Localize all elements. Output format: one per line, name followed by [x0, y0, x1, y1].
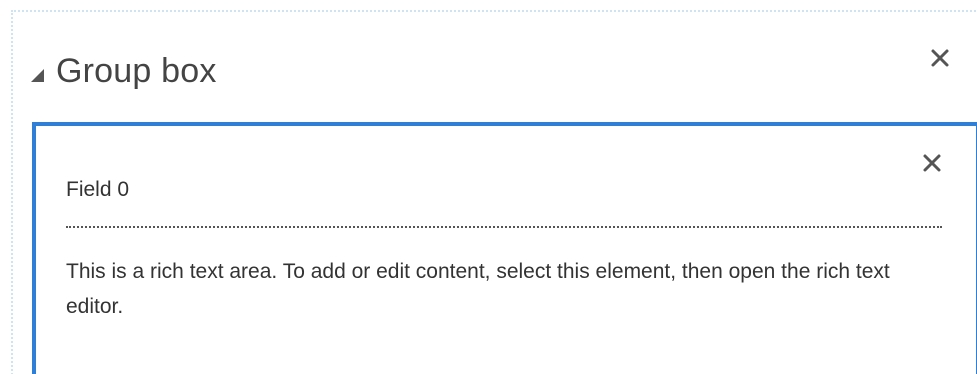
group-box-header: Group box: [28, 46, 217, 96]
field-label: Field 0: [66, 178, 130, 201]
group-box-title: Group box: [56, 51, 217, 90]
rich-text-field-card[interactable]: Field 0 This is a rich text area. To add…: [32, 122, 977, 374]
designer-canvas: Group box Field 0 This is a rich text ar…: [0, 0, 977, 374]
field-divider: [66, 226, 942, 228]
rich-text-area[interactable]: This is a rich text area. To add or edit…: [66, 254, 946, 324]
group-box-collapse-toggle[interactable]: Group box: [28, 52, 217, 91]
field-close-icon[interactable]: [921, 152, 943, 174]
collapse-triangle-icon[interactable]: [28, 66, 46, 84]
group-box-close-icon[interactable]: [928, 46, 952, 70]
